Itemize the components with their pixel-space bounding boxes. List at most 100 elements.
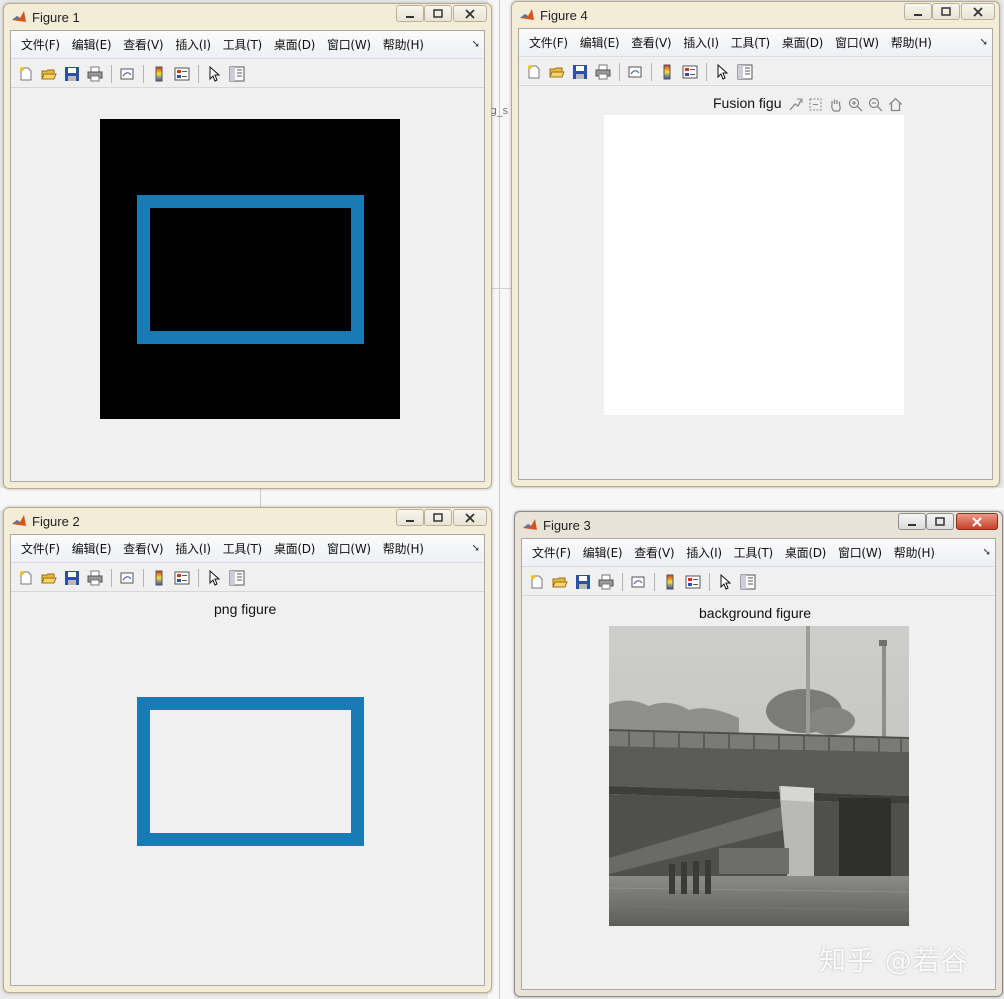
menu-window[interactable]: 窗口(W) (321, 36, 377, 53)
legend-icon[interactable] (679, 61, 701, 83)
title-bar[interactable]: Figure 3 (515, 512, 1002, 538)
maximize-button[interactable] (424, 509, 452, 526)
menu-file[interactable]: 文件(F) (523, 34, 574, 51)
menu-file[interactable]: 文件(F) (15, 36, 66, 53)
menu-insert[interactable]: 插入(I) (677, 34, 724, 51)
menu-insert[interactable]: 插入(I) (169, 36, 216, 53)
minimize-button[interactable] (396, 5, 424, 22)
print-icon[interactable] (84, 63, 106, 85)
menu-desktop[interactable]: 桌面(D) (779, 544, 832, 561)
menu-file[interactable]: 文件(F) (526, 544, 577, 561)
menu-edit[interactable]: 编辑(E) (574, 34, 625, 51)
menu-desktop[interactable]: 桌面(D) (268, 36, 321, 53)
legend-icon[interactable] (171, 63, 193, 85)
menu-view[interactable]: 查看(V) (628, 544, 680, 561)
figure-4-window[interactable]: Figure 4 文件(F) 编辑(E) 查看(V) 插入(I) 工具(T) 桌… (511, 1, 1000, 487)
data-tip-icon[interactable] (787, 96, 804, 113)
edit-plot-arrow-icon[interactable] (203, 567, 225, 589)
home-restore-icon[interactable] (887, 96, 904, 113)
edit-plot-arrow-icon[interactable] (714, 571, 736, 593)
menu-help[interactable]: 帮助(H) (377, 540, 430, 557)
property-inspector-icon[interactable] (737, 571, 759, 593)
zoom-out-icon[interactable] (867, 96, 884, 113)
menu-help[interactable]: 帮助(H) (888, 544, 941, 561)
colorbar-icon[interactable] (659, 571, 681, 593)
property-inspector-icon[interactable] (226, 567, 248, 589)
new-figure-icon[interactable] (15, 63, 37, 85)
new-figure-icon[interactable] (526, 571, 548, 593)
figure-3-window[interactable]: Figure 3 文件(F) 编辑(E) 查看(V) 插入(I) 工具(T) 桌… (514, 511, 1003, 997)
figure-2-window[interactable]: Figure 2 文件(F) 编辑(E) 查看(V) 插入(I) 工具(T) 桌… (3, 507, 492, 993)
edit-plot-arrow-icon[interactable] (711, 61, 733, 83)
open-file-icon[interactable] (549, 571, 571, 593)
menu-overflow-icon[interactable]: ➘ (983, 547, 991, 558)
menu-window[interactable]: 窗口(W) (321, 540, 377, 557)
close-button[interactable] (453, 5, 487, 22)
menu-view[interactable]: 查看(V) (625, 34, 677, 51)
open-file-icon[interactable] (38, 63, 60, 85)
colorbar-icon[interactable] (148, 567, 170, 589)
legend-icon[interactable] (682, 571, 704, 593)
maximize-button[interactable] (424, 5, 452, 22)
minimize-button[interactable] (898, 513, 926, 530)
new-figure-icon[interactable] (15, 567, 37, 589)
menu-edit[interactable]: 编辑(E) (66, 540, 117, 557)
menu-tools[interactable]: 工具(T) (725, 34, 776, 51)
edit-plot-arrow-icon[interactable] (203, 63, 225, 85)
window-title: Figure 2 (32, 514, 80, 529)
close-button[interactable] (961, 3, 995, 20)
save-icon[interactable] (61, 567, 83, 589)
legend-icon[interactable] (171, 567, 193, 589)
open-file-icon[interactable] (546, 61, 568, 83)
menu-help[interactable]: 帮助(H) (377, 36, 430, 53)
save-icon[interactable] (569, 61, 591, 83)
menu-overflow-icon[interactable]: ➘ (472, 39, 480, 50)
menu-tools[interactable]: 工具(T) (217, 540, 268, 557)
menu-help[interactable]: 帮助(H) (885, 34, 938, 51)
link-plot-icon[interactable] (624, 61, 646, 83)
close-button[interactable] (956, 513, 998, 530)
menu-overflow-icon[interactable]: ➘ (472, 543, 480, 554)
brush-icon[interactable] (807, 96, 824, 113)
save-icon[interactable] (61, 63, 83, 85)
colorbar-icon[interactable] (656, 61, 678, 83)
pan-hand-icon[interactable] (827, 96, 844, 113)
property-inspector-icon[interactable] (226, 63, 248, 85)
title-bar[interactable]: Figure 2 (4, 508, 491, 534)
menu-window[interactable]: 窗口(W) (832, 544, 888, 561)
menu-desktop[interactable]: 桌面(D) (268, 540, 321, 557)
maximize-button[interactable] (926, 513, 954, 530)
menu-insert[interactable]: 插入(I) (169, 540, 216, 557)
minimize-button[interactable] (904, 3, 932, 20)
title-bar[interactable]: Figure 1 (4, 4, 491, 30)
print-icon[interactable] (595, 571, 617, 593)
menu-overflow-icon[interactable]: ➘ (980, 37, 988, 48)
maximize-button[interactable] (932, 3, 960, 20)
menu-tools[interactable]: 工具(T) (728, 544, 779, 561)
title-bar[interactable]: Figure 4 (512, 2, 999, 28)
menu-edit[interactable]: 编辑(E) (66, 36, 117, 53)
minimize-button[interactable] (396, 509, 424, 526)
menu-window[interactable]: 窗口(W) (829, 34, 885, 51)
print-icon[interactable] (84, 567, 106, 589)
menu-file[interactable]: 文件(F) (15, 540, 66, 557)
print-icon[interactable] (592, 61, 614, 83)
link-plot-icon[interactable] (627, 571, 649, 593)
close-button[interactable] (453, 509, 487, 526)
menu-edit[interactable]: 编辑(E) (577, 544, 628, 561)
menu-view[interactable]: 查看(V) (117, 540, 169, 557)
menu-desktop[interactable]: 桌面(D) (776, 34, 829, 51)
new-figure-icon[interactable] (523, 61, 545, 83)
figure-1-window[interactable]: Figure 1 文件(F) 编辑(E) 查看(V) 插入(I) 工具(T) 桌… (3, 3, 492, 489)
menu-view[interactable]: 查看(V) (117, 36, 169, 53)
link-plot-icon[interactable] (116, 63, 138, 85)
link-plot-icon[interactable] (116, 567, 138, 589)
menu-tools[interactable]: 工具(T) (217, 36, 268, 53)
menu-insert[interactable]: 插入(I) (680, 544, 727, 561)
zoom-in-icon[interactable] (847, 96, 864, 113)
fusion-image-axes (604, 115, 904, 415)
open-file-icon[interactable] (38, 567, 60, 589)
save-icon[interactable] (572, 571, 594, 593)
property-inspector-icon[interactable] (734, 61, 756, 83)
colorbar-icon[interactable] (148, 63, 170, 85)
